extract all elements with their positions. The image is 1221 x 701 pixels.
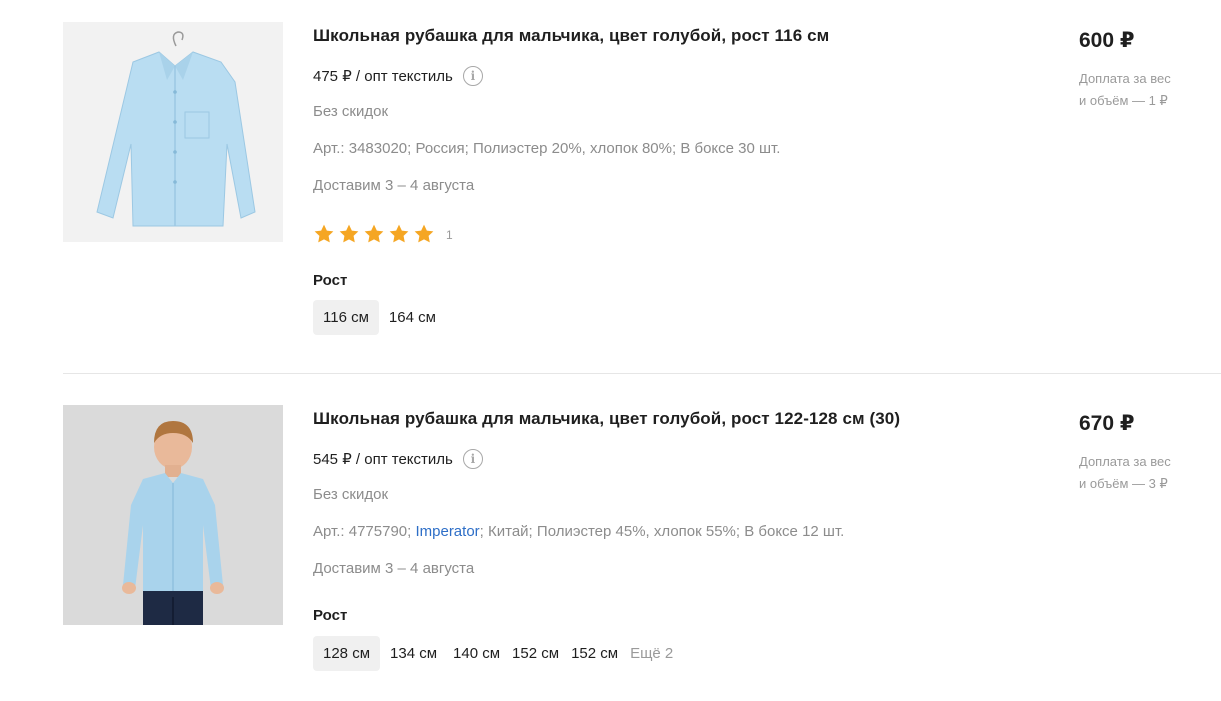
surcharge-line: и объём — 3 ₽ (1079, 476, 1168, 491)
surcharge-note: Доплата за вес и объём — 3 ₽ (1079, 451, 1199, 495)
size-option[interactable]: 116 см (313, 300, 379, 335)
surcharge-note: Доплата за вес и объём — 1 ₽ (1079, 68, 1199, 112)
price: 600 ₽ (1079, 29, 1135, 52)
surcharge-line: и объём — 1 ₽ (1079, 93, 1168, 108)
spec-composition: Полиэстер 45%, хлопок 55%; (536, 523, 741, 540)
size-option[interactable]: 152 см (565, 636, 624, 671)
star-icon (339, 224, 359, 243)
delivery-date: Доставим 3 – 4 августа (313, 560, 475, 577)
info-icon[interactable]: i (462, 66, 483, 86)
product-title[interactable]: Школьная рубашка для мальчика, цвет голу… (313, 26, 829, 46)
product-card: Школьная рубашка для мальчика, цвет голу… (63, 22, 1221, 352)
divider (63, 373, 1221, 374)
spec-separator: ; (479, 523, 484, 540)
spec-article: Арт.: 3483020; (313, 140, 412, 157)
surcharge-line: Доплата за вес (1079, 71, 1171, 86)
product-card: Школьная рубашка для мальчика, цвет голу… (63, 405, 1221, 695)
discount-note: Без скидок (313, 486, 388, 503)
product-image[interactable] (63, 405, 283, 625)
wholesale-price: 545 ₽ / опт текстиль i (313, 449, 483, 469)
star-icon (364, 224, 384, 243)
size-options: 116 см 164 см (313, 300, 446, 335)
boy-photo (63, 405, 283, 625)
size-option[interactable]: 164 см (379, 300, 446, 335)
product-specs: Арт.: 4775790; Imperator; Китай; Полиэст… (313, 523, 844, 540)
spec-country: Россия; (415, 140, 469, 157)
wholesale-price-text: 545 ₽ / опт текстиль (313, 451, 453, 468)
discount-note: Без скидок (313, 103, 388, 120)
spec-composition: Полиэстер 20%, хлопок 80%; (473, 140, 677, 157)
more-sizes-link[interactable]: Ещё 2 (624, 636, 679, 671)
product-title[interactable]: Школьная рубашка для мальчика, цвет голу… (313, 409, 900, 429)
size-option[interactable]: 152 см (506, 636, 565, 671)
price: 670 ₽ (1079, 412, 1135, 435)
star-icon (314, 224, 334, 243)
spec-article: Арт.: 4775790; (313, 523, 412, 540)
delivery-date: Доставим 3 – 4 августа (313, 177, 475, 194)
size-label: Рост (313, 607, 348, 624)
size-options: 128 см 134 см 140 см 152 см 152 см Ещё 2 (313, 636, 679, 671)
star-icon (414, 224, 434, 243)
spec-box: В боксе 30 шт. (680, 140, 781, 157)
wholesale-price-text: 475 ₽ / опт текстиль (313, 68, 453, 85)
spec-box: В боксе 12 шт. (744, 523, 845, 540)
rating[interactable]: 1 (313, 223, 453, 245)
product-specs: Арт.: 3483020; Россия; Полиэстер 20%, хл… (313, 140, 780, 157)
shirt-photo (63, 22, 283, 242)
size-option[interactable]: 140 см (447, 636, 506, 671)
size-option[interactable]: 134 см (380, 636, 447, 671)
rating-count: 1 (446, 228, 453, 242)
product-image[interactable] (63, 22, 283, 242)
surcharge-line: Доплата за вес (1079, 454, 1171, 469)
size-label: Рост (313, 272, 348, 289)
spec-country: Китай; (488, 523, 533, 540)
wholesale-price: 475 ₽ / опт текстиль i (313, 66, 483, 86)
info-icon[interactable]: i (462, 449, 483, 469)
size-option[interactable]: 128 см (313, 636, 381, 671)
star-icon (389, 224, 409, 243)
product-list: Школьная рубашка для мальчика, цвет голу… (0, 0, 1221, 701)
brand-link[interactable]: Imperator (415, 523, 479, 540)
